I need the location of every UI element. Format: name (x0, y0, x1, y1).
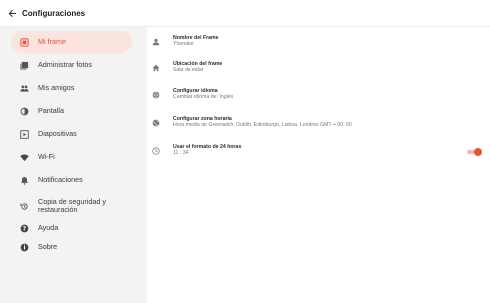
info-icon: i (20, 243, 29, 252)
sidebar-item-label: Mis amigos (38, 83, 75, 92)
sidebar-item-sobre[interactable]: i Sobre (11, 236, 132, 258)
clock-icon (151, 146, 160, 155)
sidebar: Mi frame Administrar fotos Mis amigos Pa… (0, 27, 147, 303)
sidebar-item-wifi[interactable]: Wi-Fi (11, 146, 132, 168)
sidebar-item-copia-de-seguridad[interactable]: Copia de seguridad y restauración (11, 195, 132, 217)
home-icon (151, 63, 160, 72)
page-title: Configuraciones (22, 8, 86, 18)
sidebar-item-label: Administrar fotos (38, 60, 92, 69)
sidebar-item-label: Notificaciones (38, 175, 83, 184)
setting-value: Cambiar idioma de: Inglés (173, 94, 234, 100)
backup-icon (20, 202, 29, 211)
slideshow-icon (20, 129, 29, 139)
setting-frame-name[interactable]: Nombre del Frame Yhenake (148, 35, 490, 59)
settings-panel: Nombre del Frame Yhenake Ubicación del f… (148, 27, 490, 303)
setting-value: 11 : 34 (173, 150, 189, 156)
notifications-icon (20, 176, 29, 185)
friends-icon (20, 84, 29, 93)
toggle-knob (474, 148, 482, 156)
sidebar-item-pantalla[interactable]: Pantalla (11, 100, 132, 122)
sidebar-item-label: Wi-Fi (38, 152, 55, 161)
sidebar-item-administrar-fotos[interactable]: Administrar fotos (11, 54, 132, 76)
setting-value: Sala de estar (173, 67, 204, 73)
photos-icon (20, 61, 29, 70)
setting-timezone[interactable]: Configurar zona horaria Hora media de Gr… (148, 116, 490, 140)
help-icon: ? (20, 224, 29, 233)
sidebar-item-mis-amigos[interactable]: Mis amigos (11, 77, 132, 99)
24-hour-format-toggle[interactable] (467, 148, 482, 156)
sidebar-item-label: Pantalla (38, 106, 64, 115)
setting-24-hour-format[interactable]: Usar el formato de 24 horas 11 : 34 (148, 144, 490, 168)
setting-value: Yhenake (173, 41, 194, 47)
top-bar: Configuraciones (0, 0, 490, 27)
setting-value: Hora media de Greenwich: Dublin, Edimbur… (173, 122, 352, 128)
sidebar-item-label: Diapositivas (38, 129, 77, 138)
setting-frame-location[interactable]: Ubicación del frame Sala de estar (148, 61, 490, 85)
sidebar-item-notificaciones[interactable]: Notificaciones (11, 169, 132, 191)
sidebar-item-label: Sobre (38, 242, 58, 251)
brightness-icon (20, 107, 29, 116)
sidebar-item-label: Copia de seguridad y restauración (38, 197, 106, 214)
wifi-icon (20, 153, 29, 162)
globe-icon (151, 90, 160, 99)
sidebar-item-mi-frame[interactable]: Mi frame (11, 31, 132, 53)
sidebar-item-label: Ayuda (38, 223, 59, 232)
sidebar-item-label: Mi frame (38, 37, 66, 46)
svg-text:i: i (23, 245, 25, 251)
frame-icon (20, 37, 29, 47)
globe-clock-icon (151, 118, 160, 127)
setting-language[interactable]: Configurar idioma Cambiar idioma de: Ing… (148, 88, 490, 112)
back-arrow-icon[interactable] (6, 7, 18, 19)
person-icon (151, 37, 160, 46)
sidebar-item-diapositivas[interactable]: Diapositivas (11, 123, 132, 145)
